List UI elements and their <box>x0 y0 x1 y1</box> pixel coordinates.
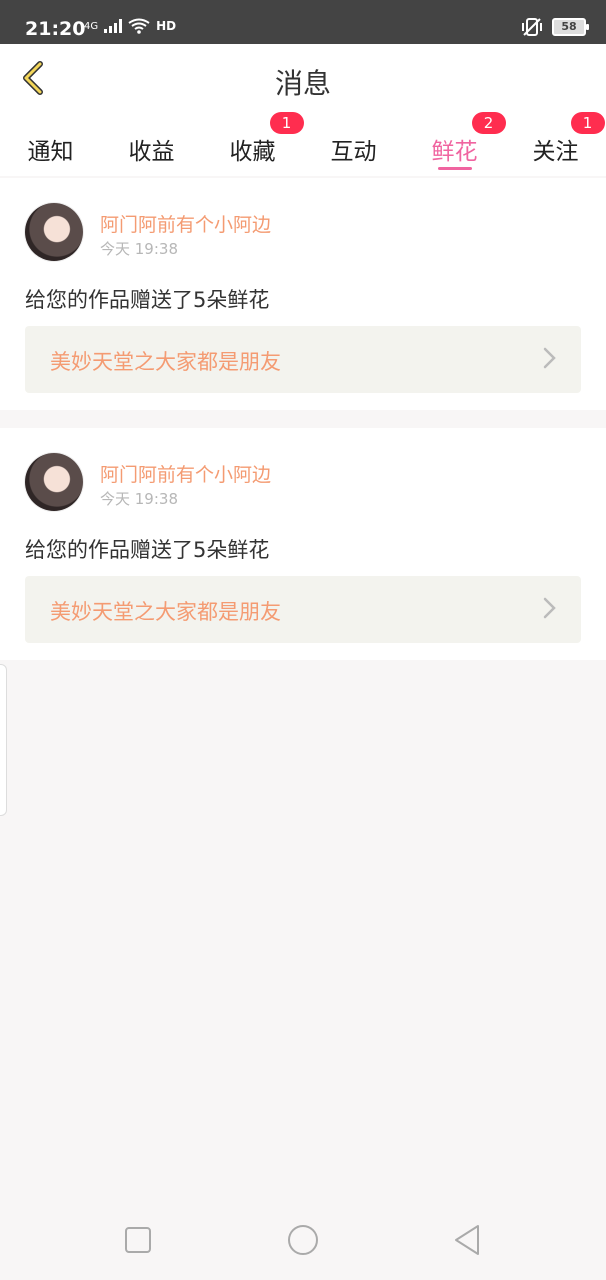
status-time: 21:20 <box>25 18 86 40</box>
tab-label: 通知 <box>27 139 74 165</box>
header: 消息 <box>0 44 606 119</box>
tab-label: 收益 <box>128 139 175 165</box>
chevron-right-icon <box>543 347 556 369</box>
network-type: 4G <box>84 20 99 32</box>
work-title: 美妙天堂之大家都是朋友 <box>50 350 281 374</box>
tab-follows[interactable]: 关注 1 <box>532 112 605 176</box>
signal-icon <box>104 19 123 33</box>
unread-badge: 1 <box>269 112 304 134</box>
wifi-icon <box>128 18 150 34</box>
message-text: 给您的作品赠送了5朵鲜花 <box>25 288 270 312</box>
recent-apps-icon[interactable] <box>118 1220 158 1260</box>
chevron-right-icon <box>543 597 556 619</box>
hd-indicator: HD <box>156 19 177 33</box>
tab-label: 互动 <box>330 139 377 165</box>
sender-name[interactable]: 阿门阿前有个小阿边 <box>100 460 271 487</box>
messages-page: 21:20 4G HD 58 消息 通知 收益 收藏 1 互动 鲜花 2 关注 … <box>0 0 606 1280</box>
message-time: 今天 19:38 <box>100 490 178 508</box>
work-link[interactable]: 美妙天堂之大家都是朋友 <box>25 576 581 643</box>
work-link[interactable]: 美妙天堂之大家都是朋友 <box>25 326 581 393</box>
sender-name[interactable]: 阿门阿前有个小阿边 <box>100 210 271 237</box>
unread-badge: 2 <box>471 112 506 134</box>
vibrate-icon <box>522 18 542 36</box>
tab-notifications[interactable]: 通知 <box>28 118 74 176</box>
tab-bar: 通知 收益 收藏 1 互动 鲜花 2 关注 1 <box>0 112 606 176</box>
avatar[interactable] <box>25 203 83 261</box>
message-time: 今天 19:38 <box>100 240 178 258</box>
active-tab-indicator <box>437 167 472 170</box>
status-bar: 21:20 4G HD 58 <box>0 0 606 44</box>
message-card: 阿门阿前有个小阿边 今天 19:38 给您的作品赠送了5朵鲜花 美妙天堂之大家都… <box>0 428 606 660</box>
message-card: 阿门阿前有个小阿边 今天 19:38 给您的作品赠送了5朵鲜花 美妙天堂之大家都… <box>0 178 606 410</box>
unread-badge: 1 <box>570 112 605 134</box>
tab-interactions[interactable]: 互动 <box>331 118 377 176</box>
tab-label: 鲜花 <box>431 139 478 165</box>
tab-earnings[interactable]: 收益 <box>129 118 175 176</box>
tab-flowers[interactable]: 鲜花 2 <box>431 112 506 176</box>
system-nav-bar <box>0 1200 606 1280</box>
home-icon[interactable] <box>283 1220 323 1260</box>
floating-side-handle[interactable] <box>0 664 7 816</box>
avatar[interactable] <box>25 453 83 511</box>
tab-label: 关注 <box>532 139 579 165</box>
tab-favorites[interactable]: 收藏 1 <box>229 112 304 176</box>
battery-indicator: 58 <box>552 18 589 36</box>
message-text: 给您的作品赠送了5朵鲜花 <box>25 538 270 562</box>
page-title: 消息 <box>274 67 331 100</box>
back-nav-icon[interactable] <box>448 1220 488 1260</box>
tab-label: 收藏 <box>229 139 276 165</box>
work-title: 美妙天堂之大家都是朋友 <box>50 600 281 624</box>
